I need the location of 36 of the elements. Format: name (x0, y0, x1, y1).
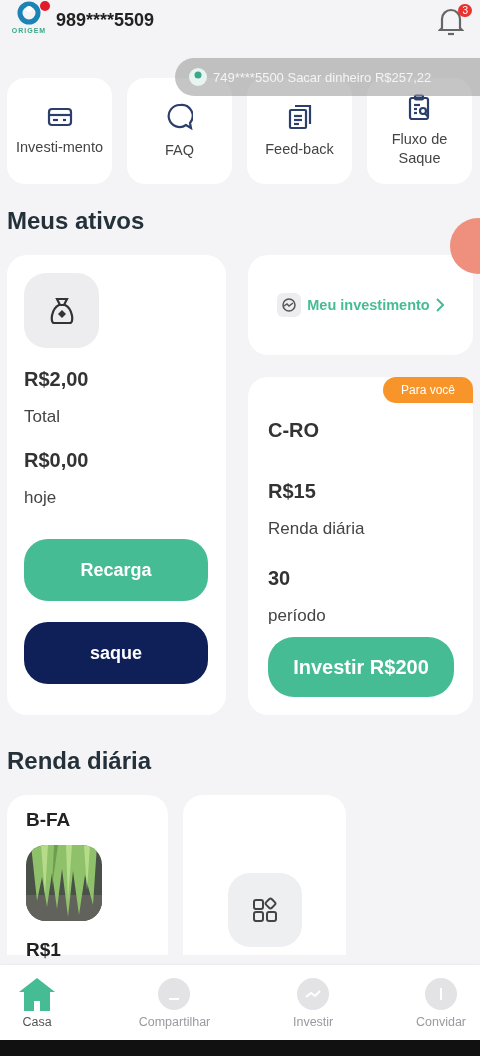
product-name: C-RO (268, 419, 321, 442)
income-label: Renda diária (268, 519, 366, 539)
section-title: Meus ativos (7, 207, 146, 235)
period-label: período (268, 606, 327, 626)
nav-tab[interactable]: Casa (18, 965, 56, 1040)
share-icon (157, 976, 192, 1011)
shortcut-tile[interactable]: Feed-back (247, 78, 352, 184)
today-label: hoje (24, 488, 58, 508)
account-number: 989****5509 (56, 9, 156, 31)
product-name: B-FA (26, 809, 72, 831)
document-icon (287, 103, 312, 130)
shortcut-label: Fluxo de Saque (390, 130, 449, 168)
card-icon (46, 105, 73, 128)
total-amount: R$2,00 (24, 368, 90, 391)
withdraw-button[interactable]: saque (24, 622, 208, 684)
period-value: 30 (268, 567, 292, 590)
shortcut-label: Investi-mento (15, 137, 103, 157)
shortcut-label: FAQ (165, 140, 194, 160)
shortcut-tile[interactable]: Investi-mento (7, 78, 112, 184)
trend-icon (296, 976, 331, 1011)
notification-dot-icon (40, 1, 50, 11)
chevron-right-icon (435, 298, 444, 312)
today-amount: R$0,00 (24, 449, 90, 472)
shortcut-label: Feed-back (265, 139, 334, 159)
plus-icon (424, 976, 458, 1011)
home-icon (18, 976, 56, 1011)
clipboard-search-icon (407, 94, 432, 120)
section-title: Renda diária (7, 747, 153, 775)
chat-bubble-icon (166, 102, 193, 131)
apps-icon (251, 897, 278, 923)
income-amount: R$15 (268, 480, 317, 503)
offer-tag: Para você (382, 377, 473, 403)
notification-badge: 3 (458, 4, 472, 17)
logo-icon (16, 1, 42, 27)
bell-icon[interactable] (438, 6, 464, 36)
total-label: Total (24, 407, 61, 427)
